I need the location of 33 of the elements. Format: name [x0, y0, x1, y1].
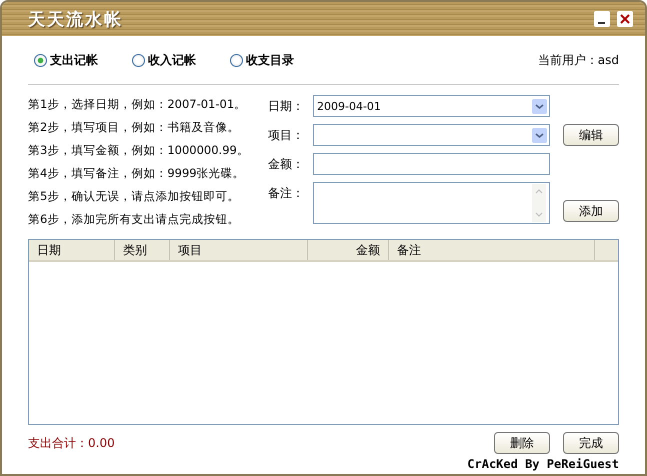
action-button[interactable]: 删除 — [494, 432, 550, 454]
mode-radio[interactable]: 支出记帐 — [34, 52, 98, 68]
action-button[interactable]: 添加 — [563, 200, 619, 222]
scrollbar-icon[interactable] — [531, 183, 547, 223]
credit-text: CrAcKed By PeReiGuest — [467, 457, 619, 471]
step-instruction: 第4步，填写备注，例如：9999张光碟。 — [28, 165, 246, 182]
close-icon[interactable] — [617, 11, 633, 27]
dropdown-field[interactable]: 2009-04-01 — [313, 95, 550, 117]
step-instruction: 第1步，选择日期，例如：2007-01-01。 — [28, 96, 248, 113]
input-field[interactable] — [313, 153, 550, 175]
column-header[interactable]: 项目 — [170, 240, 308, 260]
dropdown-field[interactable] — [313, 124, 550, 146]
step-instruction: 第3步，填写金额，例如：1000000.99。 — [28, 142, 250, 159]
action-button[interactable]: 完成 — [563, 432, 619, 454]
column-header[interactable]: 日期 — [29, 240, 115, 260]
step-instruction: 第2步，填写项目，例如：书籍及音像。 — [28, 119, 240, 136]
column-header[interactable]: 金额 — [308, 240, 389, 260]
field-label: 备注： — [268, 185, 305, 202]
column-header[interactable]: 备注 — [389, 240, 595, 260]
field-label: 项目： — [268, 127, 305, 144]
mode-radio[interactable]: 收支目录 — [230, 52, 294, 68]
window-title: 天天流水帐 — [28, 8, 124, 30]
input-field[interactable] — [313, 182, 550, 224]
mode-radio[interactable]: 收入记帐 — [132, 52, 196, 68]
field-label: 金额： — [268, 156, 305, 173]
total-label: 支出合计：0.00 — [28, 434, 115, 452]
action-button[interactable]: 编辑 — [563, 124, 619, 146]
current-user: 当前用户：asd — [538, 52, 619, 68]
step-instruction: 第5步，确认无误，请点添加按钮即可。 — [28, 188, 240, 205]
field-label: 日期： — [268, 98, 305, 115]
column-header[interactable]: 类别 — [115, 240, 170, 260]
step-instruction: 第6步，添加完所有支出请点完成按钮。 — [28, 211, 240, 228]
minimize-icon[interactable] — [594, 11, 610, 27]
